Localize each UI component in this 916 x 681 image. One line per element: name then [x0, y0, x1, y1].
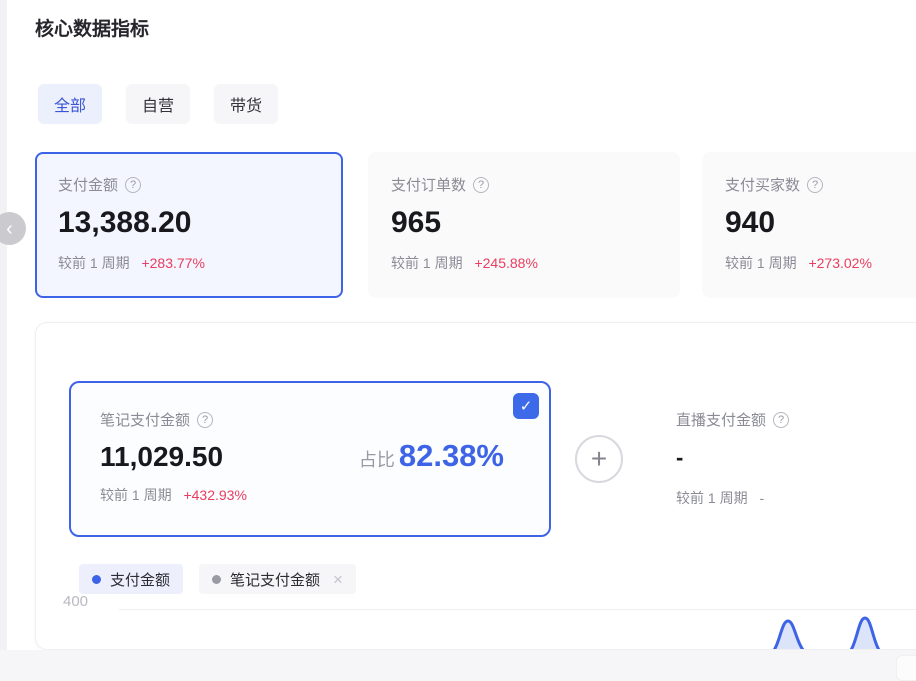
chart-legend: 支付金额 笔记支付金额 ×: [79, 564, 356, 594]
sub-metric-compare: 较前 1 周期 -: [676, 488, 789, 508]
compare-label: 较前 1 周期: [100, 487, 172, 503]
change-value: +273.02%: [808, 255, 871, 271]
ratio-label: 占比: [359, 446, 395, 472]
metric-card-payment-buyers[interactable]: 支付买家数 ? 940 较前 1 周期 +273.02%: [702, 152, 916, 298]
metric-compare: 较前 1 周期 +273.02%: [725, 253, 916, 273]
bottom-strip: [0, 650, 916, 681]
metric-label-row: 支付金额 ?: [58, 174, 341, 195]
corner-widget: [896, 655, 916, 681]
sub-metric-value: -: [676, 445, 789, 471]
compare-label: 较前 1 周期: [725, 255, 797, 271]
y-axis-tick: 400: [63, 593, 88, 610]
metric-value: 13,388.20: [58, 206, 341, 240]
compare-label: 较前 1 周期: [676, 490, 748, 506]
change-value: -: [759, 490, 764, 506]
check-icon: ✓: [520, 397, 533, 415]
sub-metric-compare: 较前 1 周期 +432.93%: [100, 485, 504, 505]
tab-affiliate[interactable]: 带货: [214, 84, 278, 124]
ratio-group: 占比 82.38%: [359, 438, 504, 474]
sub-metric-label-row: 笔记支付金额 ?: [100, 409, 504, 430]
legend-dot-gray: [212, 575, 221, 584]
close-icon[interactable]: ×: [333, 571, 343, 588]
sub-metric-label: 直播支付金额: [676, 409, 766, 430]
checkbox-checked[interactable]: ✓: [513, 393, 539, 419]
tab-self-operated[interactable]: 自营: [126, 84, 190, 124]
help-icon[interactable]: ?: [807, 177, 823, 193]
legend-item-note-payment-amount[interactable]: 笔记支付金额 ×: [199, 564, 356, 594]
sub-metric-label-row: 直播支付金额 ?: [676, 409, 789, 430]
carousel-prev-button[interactable]: ‹: [0, 212, 26, 245]
change-value: +283.77%: [141, 255, 204, 271]
metric-label: 支付订单数: [391, 174, 466, 195]
page-title: 核心数据指标: [35, 14, 149, 41]
metric-label-row: 支付买家数 ?: [725, 174, 916, 195]
legend-label: 支付金额: [110, 569, 170, 590]
help-icon[interactable]: ?: [773, 412, 789, 428]
change-value: +432.93%: [183, 487, 246, 503]
help-icon[interactable]: ?: [125, 177, 141, 193]
metric-compare: 较前 1 周期 +245.88%: [391, 253, 680, 273]
filter-tabs: 全部 自营 带货: [38, 84, 278, 124]
sub-metric-card-live-payment[interactable]: 直播支付金额 ? - 较前 1 周期 -: [676, 409, 789, 508]
sub-metric-values: 11,029.50 占比 82.38%: [100, 438, 504, 474]
breakdown-panel: ✓ 笔记支付金额 ? 11,029.50 占比 82.38% 较前 1 周期 +…: [35, 322, 916, 650]
metric-card-payment-orders[interactable]: 支付订单数 ? 965 较前 1 周期 +245.88%: [368, 152, 680, 298]
legend-item-payment-amount[interactable]: 支付金额: [79, 564, 183, 594]
help-icon[interactable]: ?: [473, 177, 489, 193]
legend-dot-blue: [92, 575, 101, 584]
change-value: +245.88%: [474, 255, 537, 271]
add-metric-button[interactable]: +: [575, 435, 623, 483]
metric-card-payment-amount[interactable]: 支付金额 ? 13,388.20 较前 1 周期 +283.77%: [35, 152, 343, 298]
metric-compare: 较前 1 周期 +283.77%: [58, 253, 341, 273]
sub-metric-card-note-payment[interactable]: ✓ 笔记支付金额 ? 11,029.50 占比 82.38% 较前 1 周期 +…: [69, 381, 551, 537]
left-gutter: [0, 0, 7, 681]
legend-label: 笔记支付金额: [230, 569, 320, 590]
metric-label-row: 支付订单数 ?: [391, 174, 680, 195]
sub-metric-value: 11,029.50: [100, 441, 223, 473]
tab-all[interactable]: 全部: [38, 84, 102, 124]
ratio-value: 82.38%: [399, 438, 504, 474]
metric-value: 965: [391, 206, 680, 240]
plus-icon: +: [591, 445, 607, 473]
trend-chart[interactable]: [36, 609, 916, 650]
metric-label: 支付金额: [58, 174, 118, 195]
sub-metric-label: 笔记支付金额: [100, 409, 190, 430]
metric-value: 940: [725, 206, 916, 240]
compare-label: 较前 1 周期: [391, 255, 463, 271]
help-icon[interactable]: ?: [197, 412, 213, 428]
compare-label: 较前 1 周期: [58, 255, 130, 271]
chevron-left-icon: ‹: [6, 219, 13, 239]
metric-label: 支付买家数: [725, 174, 800, 195]
